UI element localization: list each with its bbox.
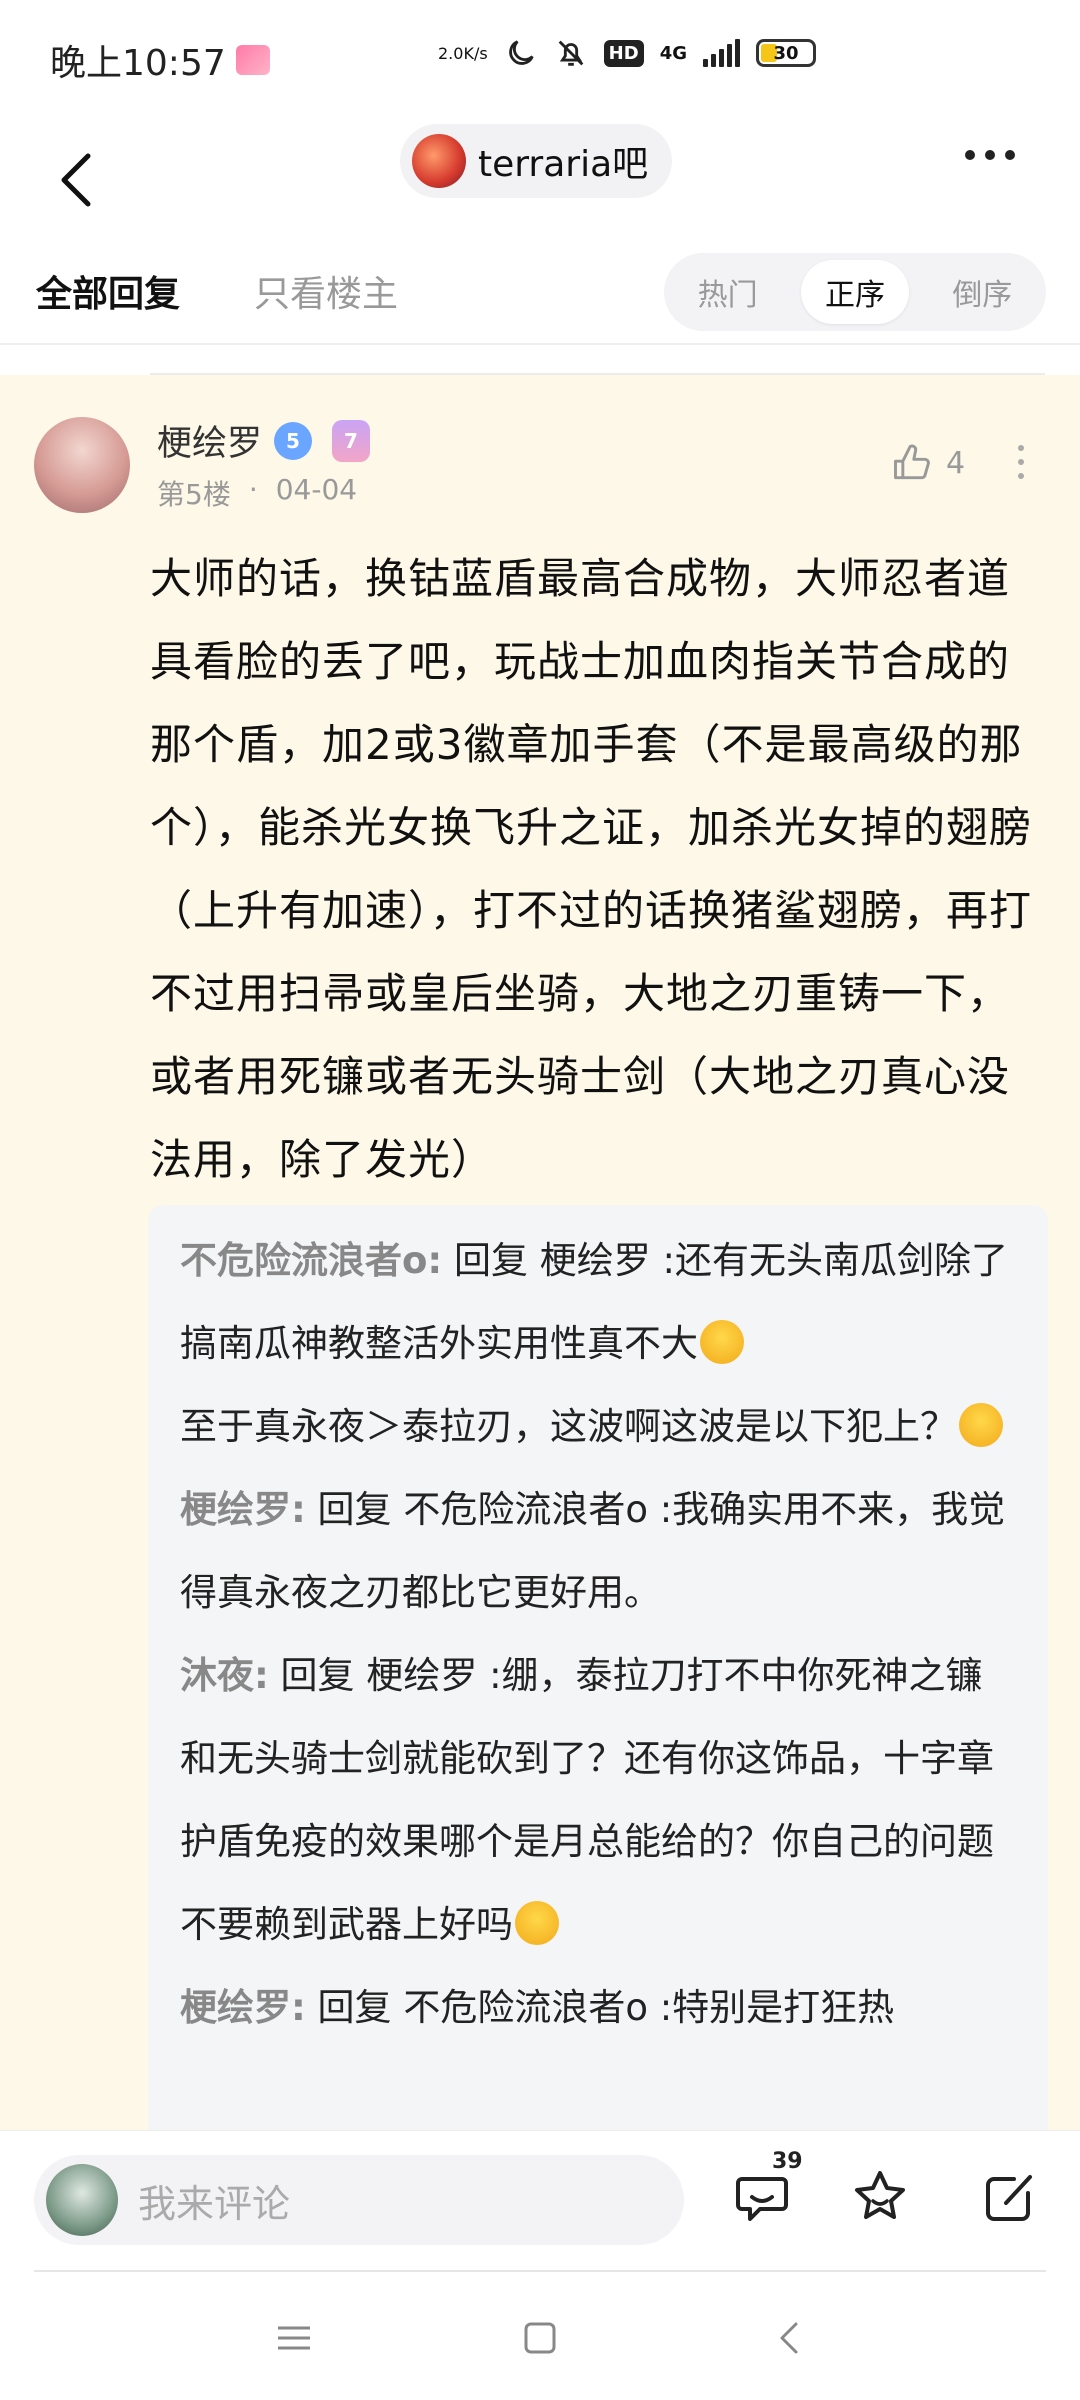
sub-reply-author[interactable]: 不危险流浪者o:: [180, 1239, 442, 1282]
system-nav: [0, 2280, 1080, 2400]
author-name[interactable]: 梗绘罗: [157, 415, 262, 466]
back-arrow-icon[interactable]: [48, 146, 108, 214]
mute-bell-icon: [558, 40, 584, 66]
reply-post: 梗绘罗 5 7 第5楼 · 04-04 4 大师的话，换钴蓝盾最高合成物，大师忍…: [0, 373, 1080, 2155]
menu-icon[interactable]: [274, 2318, 314, 2358]
forum-chip[interactable]: terraria吧: [400, 124, 673, 198]
status-indicators: 2.0K/s HD 4G 30: [438, 36, 816, 70]
bottom-bar: 我来评论 39: [0, 2130, 1080, 2270]
sub-reply-author[interactable]: 梗绘罗:: [180, 1986, 306, 2029]
sub-reply[interactable]: 梗绘罗: 回复 不危险流浪者o :我确实用不来，我觉得真永夜之刃都比它更好用。: [180, 1468, 1016, 1634]
tab-all-replies[interactable]: 全部回复: [36, 265, 180, 317]
grin-emoji-icon: [700, 1320, 744, 1364]
status-time: 晚上10:57: [50, 43, 226, 84]
sub-replies[interactable]: 不危险流浪者o: 回复 梗绘罗 :还有无头南瓜剑除了搞南瓜神教整活外实用性真不大…: [148, 1205, 1048, 2155]
comment-icon[interactable]: [730, 2165, 794, 2229]
thumbs-up-icon: [894, 444, 930, 480]
like-button[interactable]: 4: [890, 441, 965, 485]
divider: [34, 2270, 1046, 2272]
post-more-icon[interactable]: [1018, 445, 1024, 479]
divider: [150, 373, 1045, 375]
author-avatar[interactable]: [34, 417, 130, 513]
like-count: 4: [946, 445, 966, 481]
sort-toggle: 热门 正序 倒序: [664, 253, 1046, 331]
forum-name: terraria吧: [478, 144, 649, 185]
tab-op-only[interactable]: 只看楼主: [254, 265, 398, 317]
smirk-emoji-icon: [515, 1901, 559, 1945]
network-type: 4G: [659, 42, 687, 64]
sub-reply[interactable]: 沐夜: 回复 梗绘罗 :绷，泰拉刀打不中你死神之镰和无头骑士剑就能砍到了？还有你…: [180, 1634, 1016, 1966]
member-badge: 7: [332, 419, 371, 462]
sub-reply[interactable]: 梗绘罗: 回复 不危险流浪者o :特别是打狂热: [180, 1966, 1016, 2049]
sub-reply-author[interactable]: 梗绘罗:: [180, 1488, 306, 1531]
home-icon[interactable]: [520, 2318, 560, 2358]
my-avatar: [46, 2164, 118, 2236]
share-edit-icon[interactable]: [978, 2165, 1042, 2229]
sort-ascending[interactable]: 正序: [800, 260, 909, 324]
floor-number: 第5楼: [157, 478, 231, 511]
more-icon[interactable]: [965, 150, 1015, 160]
net-speed: 2.0K/s: [438, 43, 488, 63]
signal-icon: [703, 39, 740, 67]
sub-reply[interactable]: 不危险流浪者o: 回复 梗绘罗 :还有无头南瓜剑除了搞南瓜神教整活外实用性真不大…: [180, 1219, 1016, 1468]
sort-hot[interactable]: 热门: [674, 260, 782, 324]
sub-reply-text-tail: 至于真永夜＞泰拉刃，这波啊这波是以下犯上？: [180, 1405, 957, 1448]
sub-reply-text: 回复 不危险流浪者o :特别是打狂热: [305, 1986, 895, 2029]
battery-level: 30: [773, 42, 799, 64]
post-date: 04-04: [275, 473, 358, 506]
author-row: 梗绘罗 5 7: [157, 415, 371, 466]
thinking-emoji-icon: [959, 1403, 1003, 1447]
comment-placeholder: 我来评论: [138, 2181, 291, 2226]
star-icon[interactable]: [848, 2165, 912, 2229]
post-body: 大师的话，换钴蓝盾最高合成物，大师忍者道具看脸的丢了吧，玩战士加血肉指关节合成的…: [150, 554, 1033, 1184]
notification-app-icon: [235, 45, 270, 75]
comment-input[interactable]: 我来评论: [34, 2155, 684, 2245]
sub-reply-text: 回复 梗绘罗 :绷，泰拉刀打不中你死神之镰和无头骑士剑就能砍到了？还有你这饰品，…: [180, 1654, 994, 1946]
sort-descending[interactable]: 倒序: [928, 260, 1036, 324]
battery-icon: 30: [756, 39, 816, 67]
post-meta: 第5楼 · 04-04: [157, 473, 357, 513]
back-icon[interactable]: [770, 2318, 810, 2358]
moon-icon: [508, 40, 534, 65]
reply-tabs: 全部回复 只看楼主 热门 正序 倒序: [0, 245, 1080, 345]
sub-reply-author[interactable]: 沐夜:: [180, 1654, 269, 1697]
comment-count: 39: [772, 2149, 803, 2174]
level-badge: 5: [274, 421, 313, 460]
hd-icon: HD: [603, 39, 644, 67]
meta-separator: ·: [248, 473, 258, 506]
forum-avatar: [412, 134, 466, 188]
